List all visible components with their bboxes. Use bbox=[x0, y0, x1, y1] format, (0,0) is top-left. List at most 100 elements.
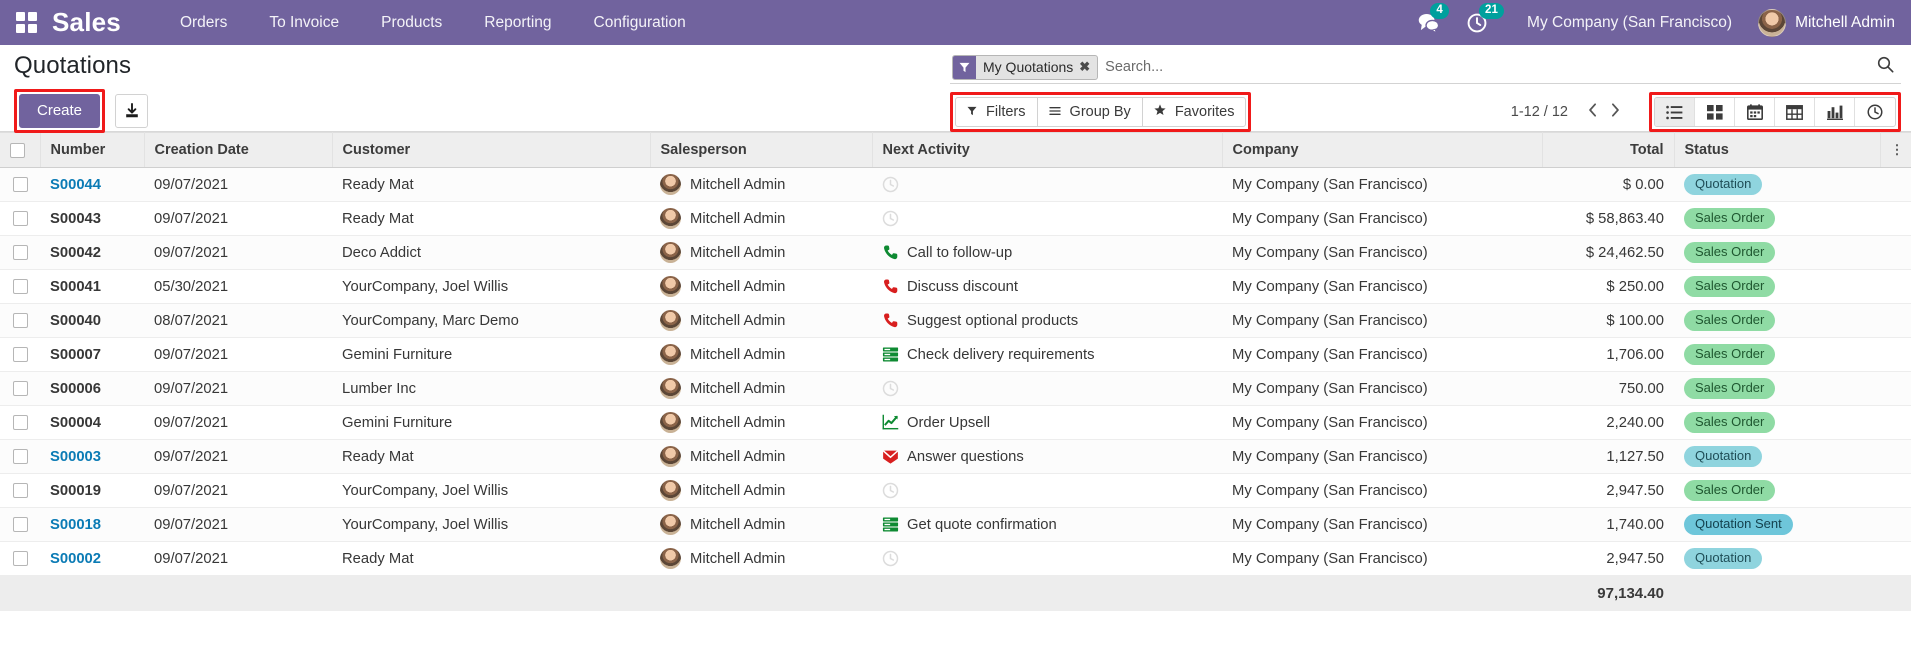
row-checkbox[interactable] bbox=[12, 211, 28, 227]
cell-number[interactable]: S00007 bbox=[40, 337, 144, 372]
cell-next-activity[interactable]: Check delivery requirements bbox=[872, 337, 1222, 372]
cell-number[interactable]: S00019 bbox=[40, 473, 144, 508]
cell-number[interactable]: S00002 bbox=[40, 541, 144, 576]
cell-next-activity[interactable]: Answer questions bbox=[872, 439, 1222, 474]
row-checkbox[interactable] bbox=[12, 483, 28, 499]
cell-next-activity[interactable]: Get quote confirmation bbox=[872, 507, 1222, 542]
menu-products[interactable]: Products bbox=[360, 0, 463, 45]
table-row[interactable]: S00019 09/07/2021 YourCompany, Joel Willis… bbox=[0, 473, 1911, 508]
cell-next-activity[interactable] bbox=[872, 201, 1222, 236]
calendar-view-button[interactable] bbox=[1735, 98, 1775, 126]
pivot-view-button[interactable] bbox=[1775, 98, 1815, 126]
cell-number[interactable]: S00044 bbox=[40, 167, 144, 202]
cell-number[interactable]: S00018 bbox=[40, 507, 144, 542]
cell-number[interactable]: S00043 bbox=[40, 201, 144, 236]
column-header-company[interactable]: Company bbox=[1222, 132, 1543, 168]
activity-icon-wrapper[interactable] bbox=[882, 346, 899, 363]
cell-number[interactable]: S00040 bbox=[40, 303, 144, 338]
row-checkbox[interactable] bbox=[12, 517, 28, 533]
table-row[interactable]: S00044 09/07/2021 Ready Mat Mitchell Admin M… bbox=[0, 167, 1911, 202]
select-all-checkbox[interactable] bbox=[10, 142, 25, 158]
activity-icon-wrapper[interactable] bbox=[882, 244, 899, 261]
table-row[interactable]: S00004 09/07/2021 Gemini Furniture Mitchell… bbox=[0, 405, 1911, 440]
app-brand-sales[interactable]: Sales bbox=[52, 7, 125, 38]
cell-next-activity[interactable]: Order Upsell bbox=[872, 405, 1222, 440]
activity-wrapper: Discuss discount bbox=[882, 278, 1212, 295]
table-row[interactable]: S00007 09/07/2021 Gemini Furniture Mitchell… bbox=[0, 337, 1911, 372]
column-header-creation-date[interactable]: Creation Date bbox=[144, 132, 333, 168]
table-row[interactable]: S00006 09/07/2021 Lumber Inc Mitchell Admin… bbox=[0, 371, 1911, 406]
optional-columns-toggle[interactable]: ⋮ bbox=[1880, 132, 1911, 168]
activity-icon-wrapper[interactable] bbox=[882, 312, 899, 329]
table-row[interactable]: S00040 08/07/2021 YourCompany, Marc Demo Mi… bbox=[0, 303, 1911, 338]
menu-configuration[interactable]: Configuration bbox=[573, 0, 707, 45]
activities-menu[interactable]: 21 bbox=[1466, 2, 1504, 34]
table-row[interactable]: S00042 09/07/2021 Deco Addict Mitchell Admi… bbox=[0, 235, 1911, 270]
activity-icon-wrapper[interactable] bbox=[882, 448, 899, 465]
column-header-number[interactable]: Number bbox=[40, 132, 145, 168]
cell-number[interactable]: S00041 bbox=[40, 269, 144, 304]
cell-number[interactable]: S00042 bbox=[40, 235, 144, 270]
menu-orders[interactable]: Orders bbox=[159, 0, 248, 45]
column-header-salesperson[interactable]: Salesperson bbox=[650, 132, 873, 168]
table-row[interactable]: S00043 09/07/2021 Ready Mat Mitchell Admin M… bbox=[0, 201, 1911, 236]
favorites-dropdown[interactable]: Favorites bbox=[1143, 98, 1246, 126]
activity-icon-wrapper[interactable] bbox=[882, 210, 899, 227]
close-x-icon[interactable]: ✖ bbox=[1078, 59, 1097, 75]
activity-icon-wrapper[interactable] bbox=[882, 176, 899, 193]
pager-previous-button[interactable] bbox=[1581, 102, 1604, 122]
search-icon[interactable] bbox=[1877, 56, 1899, 78]
activity-icon-wrapper[interactable] bbox=[882, 278, 899, 295]
kanban-view-button[interactable] bbox=[1695, 98, 1735, 126]
cell-next-activity[interactable]: Suggest optional products bbox=[872, 303, 1222, 338]
activity-icon-wrapper[interactable] bbox=[882, 482, 899, 499]
search-input[interactable] bbox=[1105, 59, 1877, 75]
row-checkbox[interactable] bbox=[12, 279, 28, 295]
search-facet-my-quotations[interactable]: My Quotations ✖ bbox=[952, 54, 1099, 80]
row-checkbox[interactable] bbox=[12, 449, 28, 465]
cell-number[interactable]: S00003 bbox=[40, 439, 144, 474]
filters-dropdown[interactable]: Filters bbox=[956, 98, 1038, 126]
messages-menu[interactable]: 4 bbox=[1417, 3, 1450, 33]
cell-next-activity[interactable]: Call to follow-up bbox=[872, 235, 1222, 270]
cell-next-activity[interactable] bbox=[872, 167, 1222, 202]
cell-number[interactable]: S00006 bbox=[40, 371, 144, 406]
row-checkbox[interactable] bbox=[12, 347, 28, 363]
row-checkbox[interactable] bbox=[12, 551, 28, 567]
user-menu[interactable]: Mitchell Admin bbox=[1758, 8, 1895, 37]
row-checkbox[interactable] bbox=[12, 313, 28, 329]
activity-icon-wrapper[interactable] bbox=[882, 516, 899, 533]
menu-to-invoice[interactable]: To Invoice bbox=[248, 0, 360, 45]
activity-icon-wrapper[interactable] bbox=[882, 550, 899, 567]
row-checkbox[interactable] bbox=[12, 415, 28, 431]
menu-reporting[interactable]: Reporting bbox=[463, 0, 572, 45]
import-records-button[interactable] bbox=[115, 94, 149, 128]
activity-icon-wrapper[interactable] bbox=[882, 414, 899, 431]
row-checkbox[interactable] bbox=[12, 381, 28, 397]
column-header-status[interactable]: Status bbox=[1674, 132, 1881, 168]
table-row[interactable]: S00041 05/30/2021 YourCompany, Joel Willis… bbox=[0, 269, 1911, 304]
activity-view-button[interactable] bbox=[1855, 98, 1895, 126]
activity-icon-wrapper[interactable] bbox=[882, 380, 899, 397]
cell-number[interactable]: S00004 bbox=[40, 405, 144, 440]
cell-next-activity[interactable] bbox=[872, 473, 1222, 508]
groupby-dropdown[interactable]: Group By bbox=[1038, 98, 1143, 126]
table-row[interactable]: S00018 09/07/2021 YourCompany, Joel Willis… bbox=[0, 507, 1911, 542]
row-checkbox[interactable] bbox=[12, 245, 28, 261]
column-header-customer[interactable]: Customer bbox=[332, 132, 651, 168]
apps-menu-toggle[interactable] bbox=[0, 0, 52, 45]
cell-next-activity[interactable] bbox=[872, 541, 1222, 576]
pager-next-button[interactable] bbox=[1604, 102, 1627, 122]
list-view-button[interactable] bbox=[1655, 98, 1695, 126]
column-header-total[interactable]: Total bbox=[1542, 132, 1675, 168]
row-checkbox[interactable] bbox=[12, 177, 28, 193]
table-row[interactable]: S00003 09/07/2021 Ready Mat Mitchell Admin A… bbox=[0, 439, 1911, 474]
create-button[interactable]: Create bbox=[19, 94, 101, 128]
table-row[interactable]: S00002 09/07/2021 Ready Mat Mitchell Admin M… bbox=[0, 541, 1911, 576]
company-switcher[interactable]: My Company (San Francisco) bbox=[1527, 14, 1732, 32]
cell-next-activity[interactable] bbox=[872, 371, 1222, 406]
graph-view-button[interactable] bbox=[1815, 98, 1855, 126]
column-header-next-activity[interactable]: Next Activity bbox=[872, 132, 1223, 168]
cell-next-activity[interactable]: Discuss discount bbox=[872, 269, 1222, 304]
cell-status: Quotation bbox=[1674, 541, 1880, 576]
